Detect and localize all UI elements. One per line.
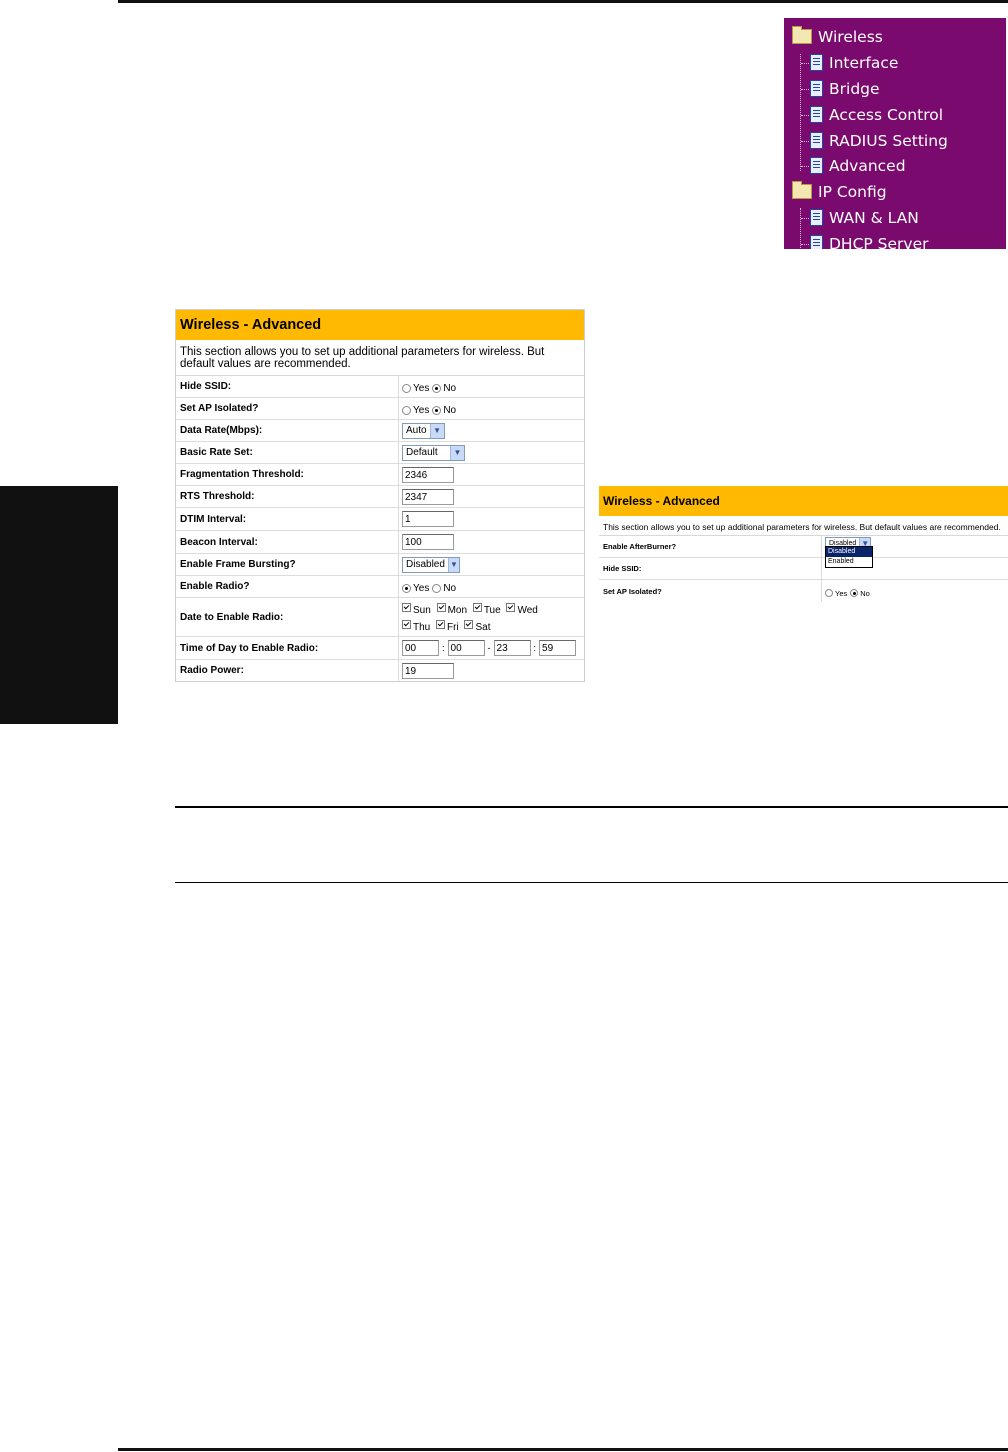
page-icon [810, 132, 823, 149]
row-enable-radio: Enable Radio? Yes No [176, 576, 584, 598]
ap-isolated-yes-radio[interactable] [825, 589, 833, 597]
row-data-rate: Data Rate(Mbps): Auto ▼ [176, 420, 584, 442]
form-description: This section allows you to set up additi… [176, 340, 584, 376]
wed-checkbox[interactable] [506, 603, 516, 612]
mon-checkbox[interactable] [436, 603, 446, 612]
hide-ssid-yes-radio[interactable] [402, 384, 411, 393]
folder-icon [792, 181, 812, 199]
radio-power-input[interactable]: 19 [402, 662, 454, 679]
frame-bursting-select[interactable]: Disabled ▼ [402, 556, 460, 573]
rts-input[interactable]: 2347 [402, 488, 454, 505]
tue-checkbox[interactable] [472, 603, 482, 612]
page-icon [810, 157, 823, 174]
top-rule [118, 0, 1008, 3]
row-ap-isolated: Set AP Isolated? Yes No [599, 580, 1008, 602]
row-frame-bursting: Enable Frame Bursting? Disabled ▼ [176, 554, 584, 576]
row-radio-power: Radio Power: 19 [176, 660, 584, 681]
ap-isolated-no-radio[interactable] [850, 589, 859, 597]
afterburner-option-enabled[interactable]: Enabled [826, 557, 872, 567]
side-tab [0, 486, 118, 724]
row-beacon: Beacon Interval: 100 [176, 531, 584, 554]
note-divider-bottom [175, 882, 1008, 883]
chevron-down-icon: ▼ [450, 445, 464, 460]
row-rts: RTS Threshold: 2347 [176, 486, 584, 508]
hide-ssid-no-radio[interactable] [432, 384, 442, 393]
note-divider-top [175, 806, 1008, 808]
form-description: This section allows you to set up additi… [599, 516, 1008, 536]
row-afterburner: Enable AfterBurner? Disabled ▼ Disabled E… [599, 536, 1008, 568]
page-icon [810, 235, 823, 249]
row-basic-rate: Basic Rate Set: Default ▼ [176, 442, 584, 464]
ap-isolated-no-radio[interactable] [432, 406, 442, 415]
row-hide-ssid: Hide SSID: [599, 558, 1008, 580]
start-hour-input[interactable]: 00 [402, 640, 439, 656]
row-time-enable-radio: Time of Day to Enable Radio: 00:00-23:59 [176, 637, 584, 660]
page-icon [810, 80, 823, 97]
page-icon [810, 106, 823, 123]
row-ap-isolated: Set AP Isolated? Yes No [176, 398, 584, 420]
radio-no-radio[interactable] [432, 584, 442, 593]
beacon-input[interactable]: 100 [402, 534, 454, 550]
thu-checkbox[interactable] [402, 620, 411, 629]
fri-checkbox[interactable] [436, 620, 446, 629]
afterburner-dropdown-list: Disabled Enabled [825, 546, 873, 568]
row-hide-ssid: Hide SSID: Yes No [176, 376, 584, 398]
data-rate-select[interactable]: Auto ▼ [402, 422, 445, 439]
menu-folder-wireless[interactable]: Wireless [792, 25, 883, 49]
dtim-input[interactable]: 1 [402, 511, 454, 527]
bottom-rule [118, 1448, 1008, 1451]
page-icon [810, 209, 823, 226]
navigation-menu: Wireless Interface Bridge Access Control… [784, 18, 1006, 249]
menu-item-bridge[interactable]: Bridge [810, 77, 880, 101]
form-title: Wireless - Advanced [176, 310, 584, 340]
end-hour-input[interactable]: 23 [493, 640, 531, 656]
afterburner-option-disabled[interactable]: Disabled [826, 547, 872, 557]
wireless-advanced-form: Wireless - Advanced This section allows … [175, 309, 585, 682]
form-title: Wireless - Advanced [599, 486, 1008, 516]
folder-icon [792, 26, 812, 44]
sat-checkbox[interactable] [464, 620, 474, 629]
menu-folder-ip-config[interactable]: IP Config [792, 180, 887, 204]
chevron-down-icon: ▼ [447, 557, 459, 572]
menu-item-access-control[interactable]: Access Control [810, 103, 943, 127]
start-minute-input[interactable]: 00 [447, 640, 485, 656]
ap-isolated-yes-radio[interactable] [402, 406, 411, 415]
row-date-enable-radio: Date to Enable Radio: Sun Mon Tue Wed Th… [176, 598, 584, 637]
menu-item-advanced[interactable]: Advanced [810, 154, 906, 178]
page-icon [810, 54, 823, 71]
wireless-advanced-form-afterburner: Wireless - Advanced This section allows … [599, 486, 1008, 616]
chevron-down-icon: ▼ [429, 423, 444, 438]
sun-checkbox[interactable] [402, 603, 411, 612]
radio-yes-radio[interactable] [402, 584, 411, 593]
menu-item-dhcp-server[interactable]: DHCP Server [810, 232, 929, 249]
row-fragmentation: Fragmentation Threshold: 2346 [176, 464, 584, 486]
fragmentation-input[interactable]: 2346 [402, 466, 454, 483]
end-minute-input[interactable]: 59 [539, 640, 577, 656]
menu-item-radius-setting[interactable]: RADIUS Setting [810, 129, 948, 153]
menu-item-wan-lan[interactable]: WAN & LAN [810, 206, 919, 230]
basic-rate-select[interactable]: Default ▼ [402, 444, 465, 461]
row-dtim: DTIM Interval: 1 [176, 508, 584, 531]
menu-item-interface[interactable]: Interface [810, 51, 898, 75]
